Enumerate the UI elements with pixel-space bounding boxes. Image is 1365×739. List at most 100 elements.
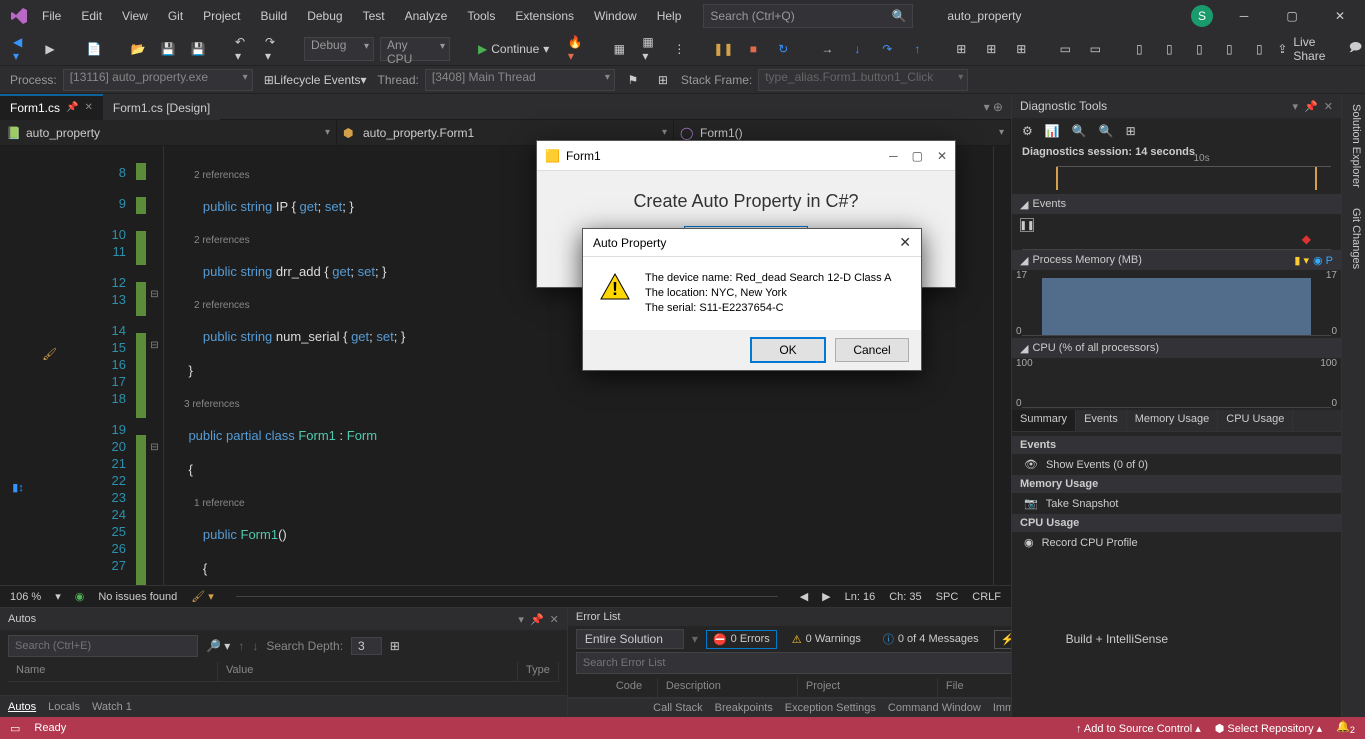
tab-callstack[interactable]: Call Stack <box>653 702 703 714</box>
save-all-icon[interactable]: 💾 <box>186 37 210 61</box>
panel-pin-icon[interactable]: 📌 <box>530 613 544 626</box>
tab-exception[interactable]: Exception Settings <box>785 702 876 714</box>
menu-help[interactable]: Help <box>649 5 690 27</box>
fold-column[interactable]: ⊟⊟⊟ <box>146 146 164 585</box>
threads-icon[interactable]: ⊞ <box>651 68 675 92</box>
reset-icon[interactable]: ⊞ <box>1126 124 1136 138</box>
minimize-icon[interactable]: ─ <box>889 149 898 163</box>
pin-icon[interactable]: 📌 <box>66 102 78 113</box>
col-type[interactable]: Type <box>518 662 559 681</box>
step-over-icon[interactable]: ↷ <box>875 37 899 61</box>
live-share-button[interactable]: ⇪ Live Share <box>1277 35 1325 63</box>
open-icon[interactable]: 📂 <box>126 37 150 61</box>
tb-icon-f[interactable]: ▯ <box>1127 37 1151 61</box>
maximize-button[interactable]: ▢ <box>1275 3 1309 29</box>
lifecycle-icon[interactable]: ⊞ Lifecycle Events ▾ <box>259 68 372 92</box>
panel-menu-icon[interactable]: ▾ <box>1293 100 1299 113</box>
tab-form1-cs[interactable]: Form1.cs 📌 ✕ <box>0 94 103 120</box>
menu-debug[interactable]: Debug <box>299 5 350 27</box>
menu-extensions[interactable]: Extensions <box>507 5 582 27</box>
tab-form1-design[interactable]: Form1.cs [Design] <box>103 94 220 120</box>
col-desc[interactable]: Description <box>658 678 798 697</box>
gear-icon[interactable]: ⚙ <box>1022 124 1033 138</box>
nav-project[interactable]: 📗auto_property <box>0 120 337 146</box>
tab-overflow-icon[interactable]: ▾ ⊕ <box>976 100 1011 114</box>
msgbox-cancel-button[interactable]: Cancel <box>835 338 909 362</box>
menu-build[interactable]: Build <box>253 5 296 27</box>
hot-reload-icon[interactable]: 🔥 ▾ <box>563 37 587 61</box>
memory-header[interactable]: ◢ Process Memory (MB) ▮ ▾ ◉ P <box>1012 250 1341 270</box>
search-icon[interactable]: 🔎 ▾ <box>206 639 230 653</box>
tb-icon-a[interactable]: ⊞ <box>949 37 973 61</box>
build-combo[interactable]: Build + IntelliSense <box>1058 630 1188 648</box>
tb-icon-1[interactable]: ▦ <box>607 37 631 61</box>
continue-button[interactable]: ▶Continue ▾ <box>470 37 557 61</box>
close-button[interactable]: ✕ <box>1323 3 1357 29</box>
stackframe-combo[interactable]: type_alias.Form1.button1_Click <box>758 69 968 91</box>
redo-icon[interactable]: ↷ ▾ <box>260 37 284 61</box>
config-combo[interactable]: Debug <box>304 37 374 61</box>
chart-icon[interactable]: 📊 <box>1045 124 1060 138</box>
tb-icon-g[interactable]: ▯ <box>1157 37 1181 61</box>
diag-tab-events[interactable]: Events <box>1076 410 1127 431</box>
step-out-icon[interactable]: ↑ <box>905 37 929 61</box>
menu-window[interactable]: Window <box>586 5 645 27</box>
zoom-level[interactable]: 106 % <box>10 591 41 603</box>
events-pause-icon[interactable]: ❚❚ <box>1020 218 1034 232</box>
tb-icon-h[interactable]: ▯ <box>1187 37 1211 61</box>
notifications-icon[interactable]: 🔔2 <box>1336 720 1355 735</box>
tab-watch1[interactable]: Watch 1 <box>92 701 132 713</box>
take-snapshot-link[interactable]: 📷Take Snapshot <box>1012 493 1341 514</box>
side-tab-solution-explorer[interactable]: Solution Explorer <box>1342 94 1365 198</box>
tb-icon-d[interactable]: ▭ <box>1053 37 1077 61</box>
scope-combo[interactable]: Entire Solution <box>576 629 684 649</box>
zoom-dropdown-icon[interactable]: ▾ <box>55 590 61 603</box>
process-combo[interactable]: [13116] auto_property.exe <box>63 69 253 91</box>
step-into-icon[interactable]: ↓ <box>845 37 869 61</box>
brush-icon[interactable]: 🖌 ▾ <box>191 590 214 603</box>
menu-project[interactable]: Project <box>195 5 248 27</box>
tb-icon-j[interactable]: ▯ <box>1247 37 1271 61</box>
close-tab-icon[interactable]: ✕ <box>84 102 92 113</box>
col-value[interactable]: Value <box>218 662 518 681</box>
feedback-icon[interactable]: 🗩 <box>1343 37 1365 61</box>
restart-icon[interactable]: ↻ <box>771 37 795 61</box>
nav-down-icon[interactable]: ↓ <box>252 639 258 653</box>
diag-timeline[interactable]: 10s <box>1056 166 1331 190</box>
nav-back-icon[interactable]: ◀ ▾ <box>8 37 32 61</box>
record-cpu-link[interactable]: ◉Record CPU Profile <box>1012 532 1341 553</box>
show-events-link[interactable]: 👁Show Events (0 of 0) <box>1012 454 1341 475</box>
tb-icon-2[interactable]: ▦ ▾ <box>637 37 661 61</box>
user-avatar[interactable]: S <box>1191 5 1213 27</box>
close-icon[interactable]: ✕ <box>937 149 947 163</box>
pause-icon[interactable]: ❚❚ <box>711 37 735 61</box>
save-icon[interactable]: 💾 <box>156 37 180 61</box>
tab-locals[interactable]: Locals <box>48 701 80 713</box>
menu-view[interactable]: View <box>114 5 156 27</box>
warnings-filter[interactable]: ⚠0 Warnings <box>785 630 868 649</box>
minimize-button[interactable]: ─ <box>1227 3 1261 29</box>
undo-icon[interactable]: ↶ ▾ <box>230 37 254 61</box>
diag-tab-summary[interactable]: Summary <box>1012 410 1076 431</box>
zoom-in-icon[interactable]: 🔍 <box>1072 124 1087 138</box>
menu-test[interactable]: Test <box>355 5 393 27</box>
messages-filter[interactable]: ⓘ0 of 4 Messages <box>876 628 986 650</box>
stop-icon[interactable]: ■ <box>741 37 765 61</box>
menu-git[interactable]: Git <box>160 5 191 27</box>
nav-fwd-icon[interactable]: ▶ <box>38 37 62 61</box>
platform-combo[interactable]: Any CPU <box>380 37 450 61</box>
tab-command[interactable]: Command Window <box>888 702 981 714</box>
tb-icon-c[interactable]: ⊞ <box>1009 37 1033 61</box>
maximize-icon[interactable]: ▢ <box>912 149 923 163</box>
new-project-icon[interactable]: 📄 <box>82 37 106 61</box>
autos-opt-icon[interactable]: ⊞ <box>390 639 400 653</box>
tab-breakpoints[interactable]: Breakpoints <box>715 702 773 714</box>
diag-tab-cpu[interactable]: CPU Usage <box>1218 410 1293 431</box>
tb-icon-e[interactable]: ▭ <box>1083 37 1107 61</box>
flag-icon[interactable]: ⚑ <box>621 68 645 92</box>
lightbulb-icon[interactable]: 🖌 <box>42 347 57 361</box>
select-repo[interactable]: ⬢ Select Repository ▴ <box>1215 722 1322 735</box>
panel-close-icon[interactable]: ✕ <box>1324 100 1333 113</box>
diag-tab-memory[interactable]: Memory Usage <box>1127 410 1219 431</box>
autos-search[interactable] <box>8 635 198 657</box>
